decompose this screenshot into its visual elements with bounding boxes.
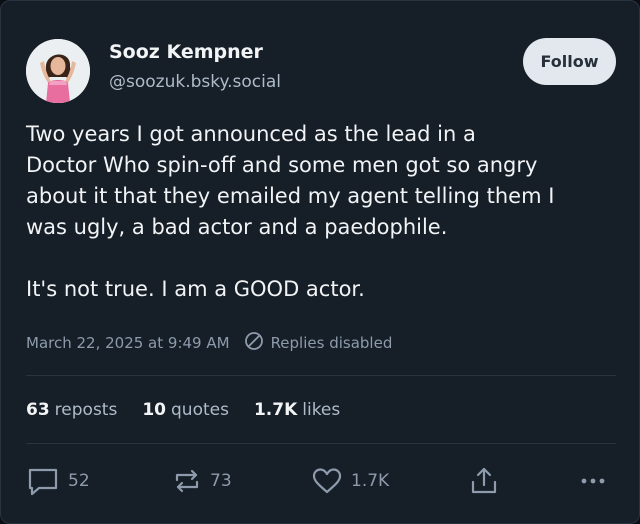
post-text-line: was ugly, a bad actor and a paedophile. bbox=[26, 215, 448, 239]
divider bbox=[26, 375, 616, 376]
post-actions: 52 73 1.7K bbox=[26, 463, 616, 499]
post-text-line: about it that they emailed my agent tell… bbox=[26, 184, 555, 208]
quotes-stat[interactable]: 10 quotes bbox=[142, 400, 229, 420]
replies-status-label: Replies disabled bbox=[270, 334, 393, 352]
more-options-button[interactable] bbox=[578, 463, 608, 499]
reposts-count: 63 bbox=[26, 400, 50, 420]
likes-stat[interactable]: 1.7K likes bbox=[254, 400, 340, 420]
post-text-line: It's not true. I am a GOOD actor. bbox=[26, 277, 365, 301]
follow-button[interactable]: Follow bbox=[523, 38, 616, 85]
heart-icon bbox=[311, 466, 343, 496]
share-button[interactable] bbox=[469, 463, 499, 499]
post-card: Sooz Kempner @soozuk.bsky.social Follow … bbox=[0, 0, 640, 524]
like-button[interactable]: 1.7K bbox=[311, 463, 389, 499]
quotes-count: 10 bbox=[142, 400, 166, 420]
reposts-label: reposts bbox=[54, 400, 118, 420]
post-timestamp[interactable]: March 22, 2025 at 9:49 AM bbox=[26, 334, 230, 352]
avatar[interactable] bbox=[26, 39, 90, 103]
repost-count: 73 bbox=[210, 471, 232, 491]
avatar-image bbox=[26, 39, 90, 103]
like-count: 1.7K bbox=[351, 471, 390, 491]
speech-bubble-icon bbox=[26, 466, 60, 496]
reposts-stat[interactable]: 63 reposts bbox=[26, 400, 117, 420]
quotes-label: quotes bbox=[171, 400, 229, 420]
more-dots-icon bbox=[578, 466, 608, 496]
author-handle[interactable]: @soozuk.bsky.social bbox=[109, 72, 281, 92]
author-name[interactable]: Sooz Kempner bbox=[109, 41, 263, 63]
reply-count: 52 bbox=[68, 471, 90, 491]
post-text: Two years I got announced as the lead in… bbox=[26, 119, 626, 305]
repost-arrows-icon bbox=[172, 466, 202, 496]
post-stats: 63 reposts 10 quotes 1.7K likes bbox=[26, 397, 365, 423]
post-text-line: Two years I got announced as the lead in… bbox=[26, 122, 476, 146]
reply-button[interactable]: 52 bbox=[26, 463, 90, 499]
replies-status: Replies disabled bbox=[244, 331, 393, 355]
post-text-line: Doctor Who spin-off and some men got so … bbox=[26, 153, 538, 177]
share-icon bbox=[469, 465, 499, 497]
repost-button[interactable]: 73 bbox=[172, 463, 232, 499]
likes-label: likes bbox=[302, 400, 341, 420]
divider bbox=[26, 443, 616, 444]
likes-count: 1.7K bbox=[253, 400, 298, 420]
circle-slash-icon bbox=[244, 331, 264, 355]
post-meta: March 22, 2025 at 9:49 AM Replies disabl… bbox=[26, 331, 392, 355]
